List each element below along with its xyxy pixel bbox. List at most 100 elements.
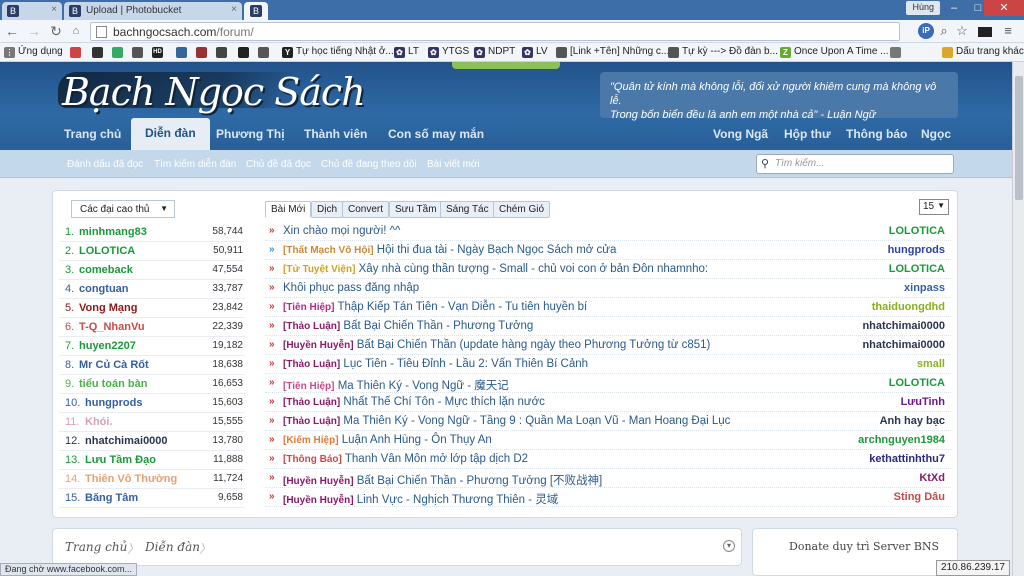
member-name[interactable]: Mr Củ Cà Rốt xyxy=(79,359,149,371)
thread-title-link[interactable]: Xin chào mọi người! ^^ xyxy=(283,225,400,237)
breadcrumb-home[interactable]: Trang chủ xyxy=(65,540,127,554)
nav-dien-dan[interactable]: Diễn đàn xyxy=(131,118,210,150)
back-arrow-icon[interactable]: ← xyxy=(4,23,20,39)
top-members-dropdown[interactable]: Các đại cao thủ ▼ xyxy=(71,200,175,218)
thread-title-link[interactable]: [Thảo Luận] Lục Tiên - Tiêu Đỉnh - Lầu 2… xyxy=(283,358,588,370)
thread-author[interactable]: hungprods xyxy=(888,244,945,256)
thread-author[interactable]: thaiduongdhd xyxy=(872,301,945,313)
thread-author[interactable]: kethattinhthu7 xyxy=(869,453,945,465)
thread-title-link[interactable]: [Thông Báo] Thanh Vân Môn mở lớp tập dịc… xyxy=(283,453,528,465)
bookmark-item[interactable] xyxy=(890,46,904,60)
bookmark-item[interactable] xyxy=(92,46,106,60)
read-topics-link[interactable]: Chủ đề đã đọc xyxy=(246,159,311,170)
thread-count-select[interactable]: 15 ▼ xyxy=(919,199,949,215)
bookmark-ytgs[interactable]: ✿ YTGS xyxy=(428,46,469,60)
thread-author[interactable]: xinpass xyxy=(904,282,945,294)
close-tab-icon[interactable]: × xyxy=(51,4,57,15)
bookmark-once-upon-a-time[interactable]: Z Once Upon A Time ... xyxy=(780,46,889,60)
thread-author[interactable]: LOLOTICA xyxy=(889,225,945,237)
member-name[interactable]: Vong Mạng xyxy=(79,302,137,314)
tab-bai-moi[interactable]: Bài Mới xyxy=(265,201,312,218)
new-posts-link[interactable]: Bài viết mới xyxy=(427,159,480,170)
bookmark-item[interactable] xyxy=(176,46,190,60)
bookmark-lv[interactable]: ✿ LV xyxy=(522,46,548,60)
member-name[interactable]: Khói. xyxy=(85,416,113,428)
thread-author[interactable]: small xyxy=(917,358,945,370)
bookmark-tu-hoc-tieng-nhat[interactable]: Y Tự học tiếng Nhật ở... xyxy=(282,46,394,60)
thread-author[interactable]: KtXd xyxy=(919,472,945,484)
tab-sang-tac[interactable]: Sáng Tác xyxy=(440,201,495,218)
thread-title-link[interactable]: [Thất Mạch Vô Hội] Hội thi đua tài - Ngà… xyxy=(283,244,616,256)
thread-title-link[interactable]: [Huyền Huyễn] Bất Bại Chiến Thần - Phươn… xyxy=(283,472,602,488)
tab-dich[interactable]: Dịch xyxy=(311,201,344,218)
nav-hop-thu[interactable]: Hộp thư xyxy=(774,126,841,150)
bookmark-ndpt[interactable]: ✿ NDPT xyxy=(474,46,515,60)
thread-title-link[interactable]: [Thảo Luận] Bất Bại Chiến Thần - Phương … xyxy=(283,320,533,332)
browser-tab-active[interactable]: B xyxy=(244,2,268,20)
thread-author[interactable]: Sting Dâu xyxy=(894,491,945,503)
reload-icon[interactable]: ↻ xyxy=(48,23,64,39)
thread-title-link[interactable]: [Tiên Hiệp] Thập Kiếp Tán Tiên - Vạn Diễ… xyxy=(283,301,587,313)
tab-suu-tam[interactable]: Sưu Tầm xyxy=(389,201,443,218)
search-forum-link[interactable]: Tìm kiếm diễn đàn xyxy=(154,159,236,170)
watched-topics-link[interactable]: Chủ đề đang theo dõi xyxy=(321,159,417,170)
thread-author[interactable]: LOLOTICA xyxy=(889,377,945,389)
menu-icon[interactable]: ≡ xyxy=(1000,23,1016,39)
bookmark-link-ten[interactable]: [Link +Tên] Những c... xyxy=(556,46,669,60)
nav-con-so-may-man[interactable]: Con số may mắn xyxy=(378,126,494,150)
minimize-window-icon[interactable]: – xyxy=(942,0,966,16)
thread-title-link[interactable]: Khôi phục pass đăng nhập xyxy=(283,282,419,294)
bookmark-item[interactable] xyxy=(216,46,230,60)
nav-trang-chu[interactable]: Trang chủ xyxy=(54,126,131,150)
search-icon[interactable]: ⌕ xyxy=(936,23,952,39)
member-name[interactable]: tiểu toán bàn xyxy=(79,378,147,390)
nav-phuong-thi[interactable]: Phương Thị xyxy=(206,126,295,150)
profile-user-badge[interactable]: Hùng xyxy=(906,1,940,15)
nav-thanh-vien[interactable]: Thành viên xyxy=(294,126,377,150)
member-name[interactable]: hungprods xyxy=(85,397,142,409)
collapse-icon[interactable]: ▾ xyxy=(723,540,735,552)
thread-author[interactable]: nhatchimai0000 xyxy=(862,339,945,351)
home-icon[interactable]: ⌂ xyxy=(68,23,84,39)
member-name[interactable]: T-Q_NhanVu xyxy=(79,321,145,333)
thread-title-link[interactable]: [Huyền Huyễn] Linh Vực - Nghịch Thương T… xyxy=(283,491,558,507)
nav-ngoc[interactable]: Ngọc xyxy=(911,126,961,150)
member-name[interactable]: congtuan xyxy=(79,283,129,295)
thread-title-link[interactable]: [Tử Tuyệt Viện] Xây nhà cùng thần tượng … xyxy=(283,263,708,275)
bookmark-item[interactable] xyxy=(238,46,252,60)
browser-tab[interactable]: B × xyxy=(2,2,62,20)
extension-ip-icon[interactable]: iP xyxy=(918,23,934,39)
bookmark-star-icon[interactable]: ☆ xyxy=(954,23,970,39)
bookmark-lt[interactable]: ✿ LT xyxy=(394,46,419,60)
member-name[interactable]: comeback xyxy=(79,264,133,276)
mark-read-link[interactable]: Đánh dấu đã đọc xyxy=(67,159,143,170)
member-name[interactable]: nhatchimai0000 xyxy=(85,435,168,447)
search-input[interactable]: ⚲ Tìm kiếm... xyxy=(756,154,954,174)
thread-author[interactable]: Anh hay bạc xyxy=(880,415,945,427)
nav-vong-nga[interactable]: Vong Ngã xyxy=(703,126,778,150)
url-input[interactable]: bachngocsach.com/forum/ xyxy=(90,22,900,41)
nav-thong-bao[interactable]: Thông báo xyxy=(836,126,917,150)
bookmark-item[interactable] xyxy=(112,46,126,60)
thread-title-link[interactable]: [Thảo Luận] Nhất Thế Chí Tôn - Mực thích… xyxy=(283,396,545,408)
bookmark-apps[interactable]: ⋮ Ứng dụng xyxy=(4,46,63,60)
thread-author[interactable]: LưuTinh xyxy=(901,396,945,408)
bookmark-item[interactable] xyxy=(70,46,84,60)
bookmark-item[interactable] xyxy=(132,46,146,60)
thread-title-link[interactable]: [Thảo Luận] Ma Thiên Ký - Vong Ngữ - Tần… xyxy=(283,415,730,427)
extension-icon[interactable] xyxy=(978,27,992,37)
bookmark-tu-ky[interactable]: Tự kỳ ---> Đồ đàn b... xyxy=(668,46,778,60)
breadcrumb-forum[interactable]: Diễn đàn xyxy=(145,540,200,554)
member-name[interactable]: minhmang83 xyxy=(79,226,147,238)
member-name[interactable]: Băng Tâm xyxy=(85,492,138,504)
tab-chem-gio[interactable]: Chém Gió xyxy=(493,201,551,218)
member-name[interactable]: huyen2207 xyxy=(79,340,136,352)
member-name[interactable]: LOLOTICA xyxy=(79,245,135,257)
other-bookmarks-folder[interactable]: Dấu trang khác xyxy=(942,46,1024,60)
thread-author[interactable]: archnguyen1984 xyxy=(858,434,945,446)
bookmark-item[interactable]: HD xyxy=(152,46,166,60)
member-name[interactable]: Thiên Vô Thường xyxy=(85,473,177,485)
thread-title-link[interactable]: [Tiên Hiệp] Ma Thiên Ký - Vong Ngữ - 魔天记 xyxy=(283,377,509,393)
bookmark-item[interactable] xyxy=(196,46,210,60)
member-name[interactable]: Lưu Tầm Đạo xyxy=(85,454,156,466)
